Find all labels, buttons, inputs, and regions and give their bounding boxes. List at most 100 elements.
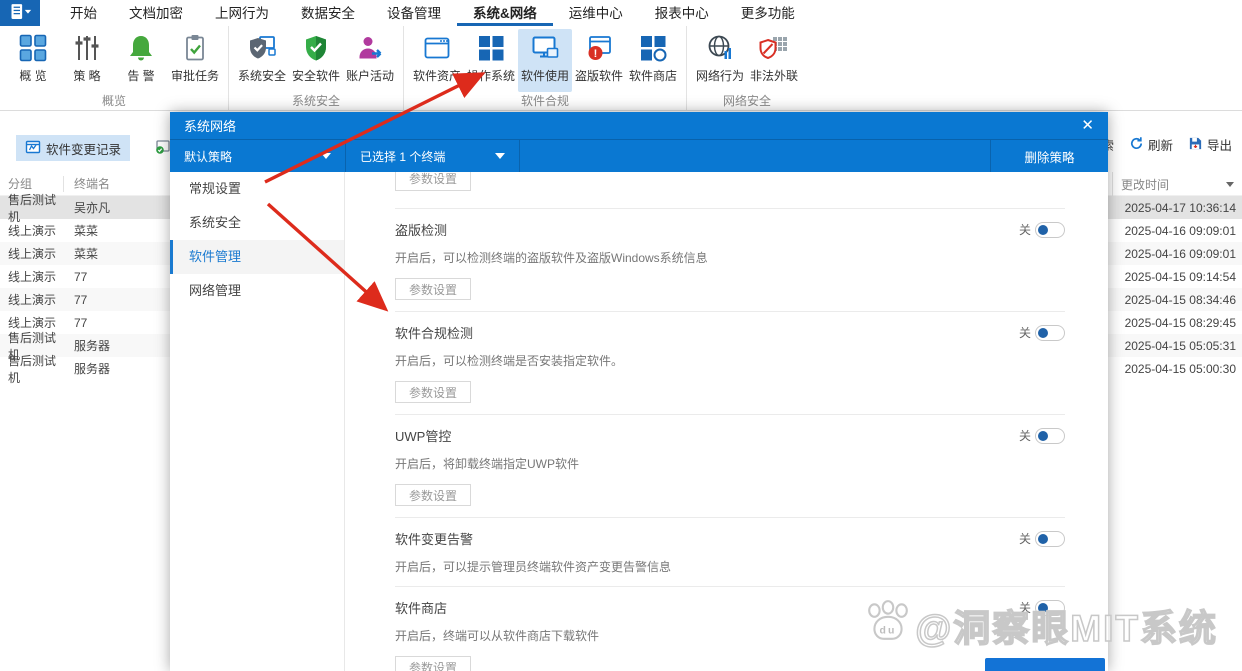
- refresh-icon: [1129, 136, 1144, 154]
- ribbon-button[interactable]: 账户活动: [343, 29, 397, 92]
- switch-off-icon[interactable]: [1035, 222, 1065, 238]
- settings-content: 参数设置 盗版检测 关 开启后，可以检测终端的盗版软件: [345, 172, 1108, 671]
- toggle-switch[interactable]: 关: [1019, 530, 1065, 547]
- terminal-dropdown[interactable]: 已选择 1 个终端: [345, 140, 520, 172]
- dialog-policy-bar: 默认策略 已选择 1 个终端 删除策略: [170, 140, 1108, 172]
- dialog-title: 系统网络: [184, 116, 236, 135]
- sidebar-item[interactable]: 常规设置: [170, 172, 344, 206]
- ribbon-button[interactable]: 系统安全: [235, 29, 289, 92]
- sidebar-item[interactable]: 软件管理: [170, 240, 344, 274]
- ribbon-button[interactable]: 软件使用: [518, 29, 572, 92]
- section-title: 软件变更告警: [395, 529, 473, 548]
- ribbon-button[interactable]: 操作系统: [464, 29, 518, 92]
- ribbon-group-label: 网络安全: [693, 92, 801, 108]
- ribbon-group-system-security: 系统安全 安全软件 账户活动 系统安全: [229, 26, 404, 110]
- menu-tab[interactable]: 报表中心: [639, 0, 725, 26]
- param-settings-button[interactable]: 参数设置: [395, 278, 471, 300]
- ribbon-button[interactable]: 网络行为: [693, 29, 747, 92]
- toggle-switch[interactable]: 关: [1019, 324, 1065, 341]
- section-title: 软件合规检测: [395, 323, 473, 342]
- ribbon-button[interactable]: 审批任务: [168, 29, 222, 92]
- toggle-state-label: 关: [1019, 324, 1031, 341]
- toggle-switch[interactable]: 关: [1019, 599, 1065, 616]
- dialog-body: 常规设置 系统安全 软件管理 网络管理 参数设置 盗版检测: [170, 172, 1108, 671]
- menu-tab[interactable]: 系统&网络: [457, 0, 553, 26]
- records-icon: [25, 139, 41, 158]
- alert-bell-icon: [125, 32, 157, 64]
- section-title: 盗版检测: [395, 220, 447, 239]
- section-description: 开启后，可以检测终端是否安装指定软件。: [395, 353, 1065, 369]
- switch-off-icon[interactable]: [1035, 428, 1065, 444]
- ribbon-button[interactable]: 安全软件: [289, 29, 343, 92]
- toggle-switch[interactable]: 关: [1019, 427, 1065, 444]
- delete-policy-button[interactable]: 删除策略: [990, 140, 1108, 172]
- toggle-state-label: 关: [1019, 427, 1031, 444]
- policy-bar-spacer: [520, 140, 990, 172]
- switch-knob: [1038, 328, 1048, 338]
- switch-knob: [1038, 431, 1048, 441]
- ribbon-group-overview: 概 览 策 略 告 警 审批任务: [0, 26, 229, 110]
- refresh-button[interactable]: 刷新: [1129, 135, 1173, 154]
- app-window: 开始 文档加密 上网行为 数据安全 设备管理 系统&网络 运维中心 报表中心 更…: [0, 0, 1242, 671]
- ribbon-group-network-security: 网络行为 非法外联 网络安全: [687, 26, 807, 110]
- settings-section: 盗版检测 关 开启后，可以检测终端的盗版软件及盗版Windows系统信息 参数设…: [395, 208, 1065, 311]
- section-description: 开启后，将卸载终端指定UWP软件: [395, 456, 1065, 472]
- sidebar-item[interactable]: 网络管理: [170, 274, 344, 308]
- menu-tab[interactable]: 设备管理: [371, 0, 457, 26]
- app-menu-button[interactable]: [0, 0, 40, 26]
- close-icon[interactable]: ✕: [1081, 118, 1094, 133]
- ribbon-button[interactable]: 策 略: [60, 29, 114, 92]
- param-settings-button[interactable]: 参数设置: [395, 381, 471, 403]
- account-activity-icon: [354, 32, 386, 64]
- ribbon-group-label: 概览: [6, 92, 222, 108]
- toolbar-right-actions: 搜索 刷新 导出: [1089, 135, 1232, 154]
- toggle-switch[interactable]: 关: [1019, 221, 1065, 238]
- dialog-titlebar: 系统网络 ✕: [170, 112, 1108, 140]
- ribbon: 概 览 策 略 告 警 审批任务: [0, 26, 1242, 111]
- ribbon-button[interactable]: 非法外联: [747, 29, 801, 92]
- toggle-state-label: 关: [1019, 530, 1031, 547]
- menu-tab[interactable]: 上网行为: [199, 0, 285, 26]
- save-button[interactable]: [985, 658, 1105, 671]
- settings-section: UWP管控 关 开启后，将卸载终端指定UWP软件 参数设置: [395, 414, 1065, 517]
- param-settings-button-partial[interactable]: 参数设置: [395, 172, 471, 191]
- ribbon-button[interactable]: 软件资产: [410, 29, 464, 92]
- switch-off-icon[interactable]: [1035, 600, 1065, 616]
- menu-tab[interactable]: 数据安全: [285, 0, 371, 26]
- toggle-state-label: 关: [1019, 599, 1031, 616]
- settings-section: 软件合规检测 关 开启后，可以检测终端是否安装指定软件。 参数设置: [395, 311, 1065, 414]
- ribbon-button[interactable]: 概 览: [6, 29, 60, 92]
- section-title: UWP管控: [395, 426, 451, 445]
- ribbon-button[interactable]: 软件商店: [626, 29, 680, 92]
- ribbon-button[interactable]: 告 警: [114, 29, 168, 92]
- ribbon-group-software-compliance: 软件资产 操作系统 软件使用 ! 盗版软件: [404, 26, 687, 110]
- param-settings-button[interactable]: 参数设置: [395, 656, 471, 671]
- network-behavior-icon: [704, 32, 736, 64]
- policy-dropdown[interactable]: 默认策略: [170, 140, 345, 172]
- menu-tab[interactable]: 更多功能: [725, 0, 811, 26]
- menu-tab[interactable]: 文档加密: [113, 0, 199, 26]
- app-menu-icon: [7, 3, 33, 23]
- param-settings-button[interactable]: 参数设置: [395, 484, 471, 506]
- ribbon-button[interactable]: ! 盗版软件: [572, 29, 626, 92]
- column-header-time[interactable]: 更改时间: [1112, 172, 1242, 196]
- column-header-group[interactable]: 分组: [0, 176, 64, 192]
- section-description: 开启后，终端可以从软件商店下载软件: [395, 628, 1065, 644]
- section-description: 开启后，可以提示管理员终端软件资产变更告警信息: [395, 559, 1065, 575]
- switch-knob: [1038, 603, 1048, 613]
- toggle-state-label: 关: [1019, 221, 1031, 238]
- software-usage-icon: [529, 32, 561, 64]
- switch-off-icon[interactable]: [1035, 531, 1065, 547]
- menu-tab[interactable]: 开始: [54, 0, 113, 26]
- software-change-records-button[interactable]: 软件变更记录: [16, 135, 130, 161]
- check-window-icon: [155, 139, 171, 158]
- export-button[interactable]: 导出: [1188, 135, 1232, 154]
- dialog-sidebar: 常规设置 系统安全 软件管理 网络管理: [170, 172, 345, 671]
- sidebar-item[interactable]: 系统安全: [170, 206, 344, 240]
- overview-grid-icon: [17, 32, 49, 64]
- switch-off-icon[interactable]: [1035, 325, 1065, 341]
- menu-tab[interactable]: 运维中心: [553, 0, 639, 26]
- software-store-icon: [637, 32, 669, 64]
- pirated-software-icon: !: [583, 32, 615, 64]
- ribbon-group-label: 软件合规: [410, 92, 680, 108]
